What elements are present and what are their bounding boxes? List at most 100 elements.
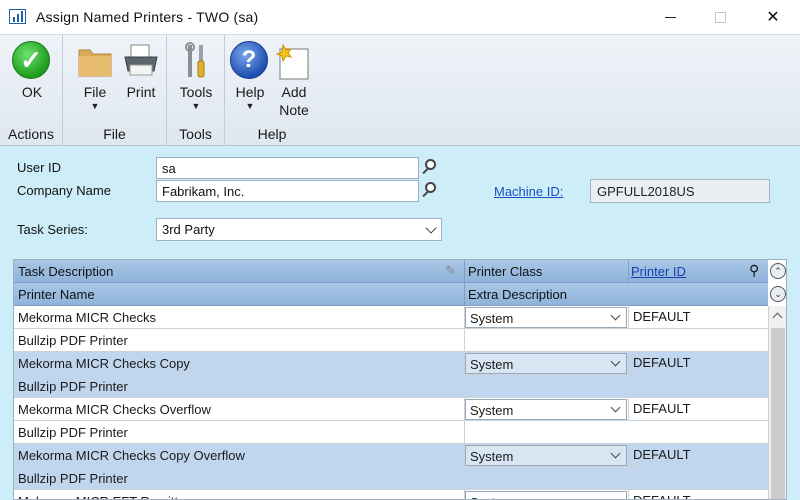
printer-class-value: System	[470, 403, 514, 418]
printer-id-cell[interactable]: DEFAULT	[633, 401, 691, 416]
add-note-icon	[274, 41, 314, 81]
task-series-value: 3rd Party	[162, 222, 215, 237]
company-name-input[interactable]: Fabrikam, Inc.	[156, 180, 419, 202]
vertical-scrollbar[interactable]	[768, 306, 786, 499]
user-id-label: User ID	[17, 160, 62, 175]
title-bar: Assign Named Printers - TWO (sa) ✕	[0, 0, 800, 34]
ribbon-toolbar: ✓ OK Actions File ▼ Print File Tools ▼ T…	[0, 34, 800, 146]
printer-id-cell[interactable]: DEFAULT	[633, 447, 691, 462]
chevron-down-icon: ▼	[90, 101, 100, 111]
printer-row[interactable]: Bullzip PDF Printer	[14, 375, 768, 398]
add-note-button[interactable]: Add Note	[274, 41, 314, 119]
close-icon: ✕	[766, 9, 780, 26]
machine-id-link[interactable]: Machine ID:	[494, 184, 563, 199]
ribbon-group-actions: ✓ OK Actions	[0, 35, 63, 145]
printer-class-value: System	[470, 311, 514, 326]
header-edit-icon: ✎	[445, 263, 456, 278]
header-task-description[interactable]: Task Description	[18, 264, 113, 279]
tools-button[interactable]: Tools ▼	[176, 41, 216, 111]
chevron-down-icon	[610, 356, 621, 367]
tools-button-label: Tools	[179, 84, 213, 100]
folder-icon	[75, 41, 115, 81]
group-label-help: Help	[257, 126, 287, 142]
task-row[interactable]: Mekorma MICR Checks System DEFAULT	[14, 306, 768, 329]
chevron-down-icon	[610, 494, 621, 499]
minimize-icon	[664, 16, 676, 18]
printer-name-cell: Bullzip PDF Printer	[18, 379, 128, 394]
minimize-button[interactable]	[647, 0, 693, 34]
group-label-tools: Tools	[179, 126, 212, 142]
chevron-down-icon	[610, 402, 621, 413]
task-description-cell: Mekorma MICR Checks	[18, 310, 156, 325]
group-label-actions: Actions	[8, 126, 54, 142]
group-label-file: File	[103, 126, 126, 142]
printer-class-select[interactable]: System	[465, 353, 627, 374]
help-button[interactable]: ? Help ▼	[230, 41, 270, 111]
printer-class-select[interactable]: System	[465, 491, 627, 499]
task-row[interactable]: Mekorma MICR Checks Copy System DEFAULT	[14, 352, 768, 375]
printer-row[interactable]: Bullzip PDF Printer	[14, 467, 768, 490]
help-button-label: Help	[235, 84, 265, 100]
user-id-lookup-button[interactable]	[419, 157, 441, 179]
print-button[interactable]: Print	[121, 41, 161, 101]
task-description-cell: Mekorma MICR Checks Overflow	[18, 402, 211, 417]
header-printer-name[interactable]: Printer Name	[18, 287, 95, 302]
task-row[interactable]: Mekorma MICR Checks Copy Overflow System D…	[14, 444, 768, 467]
printer-class-select[interactable]: System	[465, 445, 627, 466]
printer-id-cell[interactable]: DEFAULT	[633, 309, 691, 324]
header-printer-class[interactable]: Printer Class	[468, 264, 542, 279]
magnifier-icon[interactable]: ⚲	[749, 262, 759, 279]
ribbon-group-tools: Tools ▼ Tools	[167, 35, 225, 145]
printer-class-value: System	[470, 357, 514, 372]
print-button-label: Print	[126, 84, 156, 100]
ok-button-label: OK	[21, 84, 43, 100]
printer-class-value: System	[470, 449, 514, 464]
add-note-label-line2: Note	[279, 102, 309, 118]
scroll-up-icon[interactable]	[772, 312, 783, 323]
ribbon-group-file: File ▼ Print File	[63, 35, 167, 145]
ok-checkmark-icon: ✓	[12, 41, 52, 81]
header-extra-description[interactable]: Extra Description	[468, 287, 567, 302]
company-name-label: Company Name	[17, 183, 111, 198]
chevron-down-icon	[610, 310, 621, 321]
chevron-down-icon	[425, 222, 437, 234]
printer-class-select[interactable]: System	[465, 399, 627, 420]
task-description-cell: Mekorma MICR EFT Remittance	[18, 494, 206, 499]
app-icon	[9, 9, 26, 24]
task-series-select[interactable]: 3rd Party	[156, 218, 442, 241]
printer-id-cell[interactable]: DEFAULT	[633, 355, 691, 370]
printer-name-cell: Bullzip PDF Printer	[18, 333, 128, 348]
header-printer-id-link[interactable]: Printer ID	[631, 264, 686, 279]
task-row[interactable]: Mekorma MICR EFT Remittance System DEFAULT	[14, 490, 768, 499]
printer-grid: Task Description ✎ Printer Class Printer…	[13, 259, 787, 500]
printer-name-cell: Bullzip PDF Printer	[18, 471, 128, 486]
tools-icon	[176, 41, 216, 81]
company-lookup-button[interactable]	[419, 180, 441, 202]
task-description-cell: Mekorma MICR Checks Copy	[18, 356, 190, 371]
collapse-rows-icon[interactable]: ⌃	[770, 263, 786, 279]
help-icon: ?	[230, 41, 270, 81]
printer-class-value: System	[470, 495, 513, 499]
add-note-label-line1: Add	[281, 84, 307, 100]
file-button[interactable]: File ▼	[75, 41, 115, 111]
maximize-icon	[714, 11, 726, 23]
ok-button[interactable]: ✓ OK	[12, 41, 52, 101]
printer-row[interactable]: Bullzip PDF Printer	[14, 329, 768, 352]
ribbon-group-help: ? Help ▼ Add Note Help	[225, 35, 319, 145]
machine-id-value: GPFULL2018US	[590, 179, 770, 203]
printer-class-select[interactable]: System	[465, 307, 627, 328]
file-button-label: File	[83, 84, 107, 100]
grid-header-row-1: Task Description ✎ Printer Class Printer…	[14, 260, 768, 283]
maximize-button[interactable]	[697, 0, 743, 34]
scrollbar-thumb[interactable]	[771, 328, 785, 499]
chevron-down-icon	[610, 448, 621, 459]
close-button[interactable]: ✕	[750, 0, 796, 34]
task-series-label: Task Series:	[17, 222, 88, 237]
task-description-cell: Mekorma MICR Checks Copy Overflow	[18, 448, 245, 463]
printer-id-cell[interactable]: DEFAULT	[633, 493, 691, 499]
task-row[interactable]: Mekorma MICR Checks Overflow System DEFAUL…	[14, 398, 768, 421]
grid-header-row-2: Printer Name Extra Description	[14, 283, 768, 306]
printer-row[interactable]: Bullzip PDF Printer	[14, 421, 768, 444]
user-id-input[interactable]: sa	[156, 157, 419, 179]
expand-rows-icon[interactable]: ⌄	[770, 286, 786, 302]
